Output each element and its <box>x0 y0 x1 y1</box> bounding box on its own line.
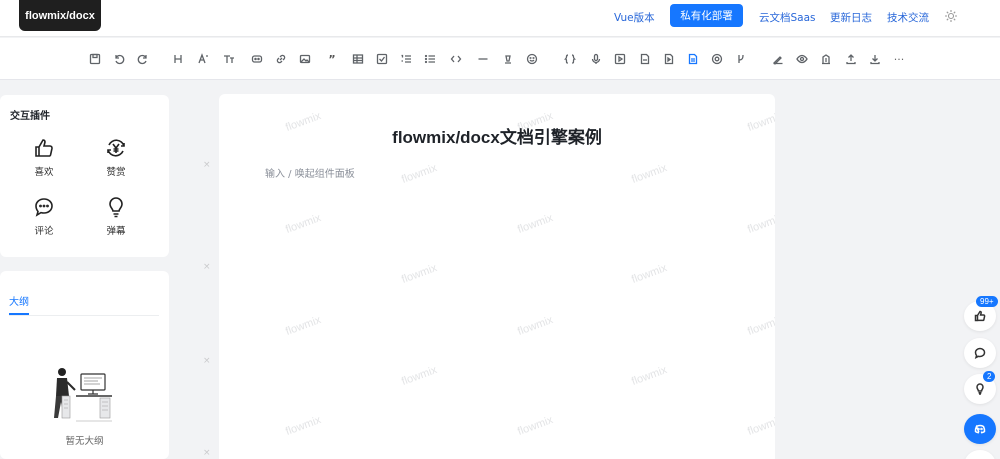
logo[interactable]: flowmix/docx <box>19 0 101 31</box>
float-discord-button[interactable] <box>964 414 996 444</box>
plugin-like-label: 喜欢 <box>34 167 54 178</box>
chrome-icon[interactable] <box>710 52 724 66</box>
audio-icon[interactable] <box>589 52 603 66</box>
watermark: flowmix <box>284 314 323 338</box>
media-icon[interactable] <box>662 52 676 66</box>
plugin-danmaku-label: 弹幕 <box>106 226 126 237</box>
gutter-mark: × <box>203 160 211 170</box>
quote-icon[interactable]: ” <box>325 52 339 66</box>
watermark: flowmix <box>516 212 555 236</box>
gutter-mark: × <box>203 356 211 366</box>
thumb-up-icon <box>35 139 53 157</box>
branch-icon[interactable] <box>734 52 748 66</box>
watermark: flowmix <box>746 212 775 236</box>
building-icon[interactable] <box>819 52 833 66</box>
watermark: flowmix <box>630 262 669 286</box>
watermark: flowmix <box>284 212 323 236</box>
nav-tech-exchange[interactable]: 技术交流 <box>887 10 929 25</box>
undo-icon[interactable] <box>112 52 126 66</box>
nav-cloud-saas[interactable]: 云文档Saas <box>759 10 816 25</box>
font-size-icon[interactable] <box>196 52 210 66</box>
code-icon[interactable] <box>449 52 463 66</box>
bullet-list-icon[interactable] <box>423 52 437 66</box>
outline-panel: 大纲 暂无大纲 <box>0 271 169 459</box>
redo-icon[interactable] <box>136 52 150 66</box>
comment-icon <box>35 198 53 217</box>
emoji-icon[interactable] <box>525 52 539 66</box>
plugin-like[interactable]: 喜欢 <box>24 137 64 178</box>
bulb-icon <box>109 197 123 218</box>
embed-icon[interactable] <box>250 52 264 66</box>
gutter-mark: × <box>203 448 211 458</box>
reward-icon <box>107 139 125 157</box>
table-icon[interactable] <box>351 52 365 66</box>
nav-vue-version[interactable]: Vue版本 <box>614 10 655 25</box>
nav-changelog[interactable]: 更新日志 <box>830 10 872 25</box>
save-icon[interactable] <box>88 52 102 66</box>
discord-icon <box>974 424 986 434</box>
sign-icon[interactable] <box>771 52 785 66</box>
interactive-plugins-panel: 交互插件 喜欢 赞赏 评论 弹幕 <box>0 95 169 257</box>
document-editor[interactable]: flowmix flowmix flowmix flowmix flowmix … <box>219 94 775 459</box>
watermark: flowmix <box>400 364 439 388</box>
editor-placeholder[interactable]: 输入 / 唤起组件面板 <box>265 165 355 180</box>
plugins-title: 交互插件 <box>10 111 50 122</box>
empty-outline-text: 暂无大纲 <box>65 436 104 447</box>
gutter-mark: × <box>203 262 211 272</box>
clear-format-icon[interactable] <box>501 52 515 66</box>
upload-icon[interactable] <box>844 52 858 66</box>
link-icon[interactable] <box>274 52 288 66</box>
preview-icon[interactable] <box>795 52 809 66</box>
theme-sun-icon[interactable] <box>944 9 958 23</box>
code-block-icon[interactable] <box>563 52 577 66</box>
editor-toolbar: ” ··· <box>0 38 1000 80</box>
outline-divider <box>9 315 159 316</box>
float-extra-button[interactable] <box>964 450 996 459</box>
document-icon[interactable] <box>686 52 700 66</box>
pdf-icon[interactable] <box>638 52 652 66</box>
more-icon[interactable]: ··· <box>892 52 906 66</box>
empty-outline-illustration <box>54 368 112 422</box>
ordered-list-icon[interactable] <box>399 52 413 66</box>
plugin-comment-label: 评论 <box>34 226 54 237</box>
image-icon[interactable] <box>298 52 312 66</box>
download-icon[interactable] <box>868 52 882 66</box>
private-deploy-button[interactable]: 私有化部署 <box>670 4 743 27</box>
watermark: flowmix <box>746 314 775 338</box>
plugin-reward[interactable]: 赞赏 <box>96 137 136 178</box>
watermark: flowmix <box>630 162 669 186</box>
watermark: flowmix <box>400 262 439 286</box>
watermark: flowmix <box>284 414 323 438</box>
watermark: flowmix <box>630 364 669 388</box>
float-comment-button[interactable] <box>964 338 996 368</box>
top-header: flowmix/docx Vue版本 私有化部署 云文档Saas 更新日志 技术… <box>0 0 1000 37</box>
watermark: flowmix <box>516 414 555 438</box>
text-style-icon[interactable] <box>222 52 236 66</box>
watermark: flowmix <box>516 314 555 338</box>
thumb-up-icon <box>974 310 986 322</box>
comment-icon <box>974 347 986 359</box>
document-title[interactable]: flowmix/docx文档引擎案例 <box>219 123 775 148</box>
heading-icon[interactable] <box>171 52 185 66</box>
bulb-icon <box>976 383 984 395</box>
watermark: flowmix <box>400 162 439 186</box>
checkbox-icon[interactable] <box>375 52 389 66</box>
plugin-danmaku[interactable]: 弹幕 <box>96 196 136 237</box>
watermark: flowmix <box>746 414 775 438</box>
outline-tab[interactable]: 大纲 <box>9 293 29 308</box>
divider-icon[interactable] <box>476 52 490 66</box>
like-count-badge: 99+ <box>976 296 998 307</box>
plugin-comment[interactable]: 评论 <box>24 196 64 237</box>
plugin-reward-label: 赞赏 <box>106 167 126 178</box>
video-icon[interactable] <box>613 52 627 66</box>
